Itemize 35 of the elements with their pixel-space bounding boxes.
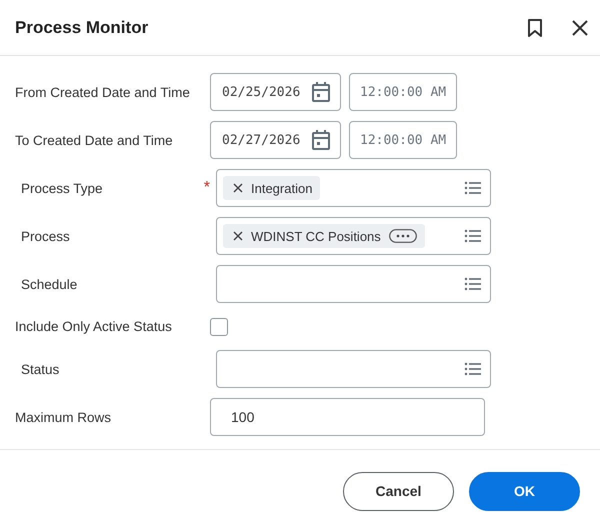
field-label: From Created Date and Time — [15, 84, 190, 100]
dialog-title: Process Monitor — [15, 18, 148, 38]
list-icon[interactable] — [464, 276, 482, 292]
field-label: Process Type — [21, 180, 103, 196]
field-label: Process — [21, 228, 70, 244]
more-icon[interactable] — [388, 229, 417, 243]
remove-icon[interactable] — [233, 183, 243, 193]
required-mark: * — [204, 179, 210, 197]
date-field[interactable]: 02/25/2026 — [210, 73, 341, 111]
field-label: Maximum Rows — [15, 410, 112, 424]
calendar-icon[interactable] — [312, 82, 330, 102]
bookmark-icon[interactable] — [526, 18, 544, 38]
prompt-field[interactable] — [216, 265, 491, 303]
field-label: Status — [21, 362, 60, 376]
prompt-field[interactable]: Integration — [216, 169, 491, 207]
list-icon[interactable] — [464, 228, 482, 244]
calendar-icon[interactable] — [312, 130, 330, 150]
ok-button[interactable]: OK — [469, 472, 580, 510]
field-label: To Created Date and Time — [15, 132, 173, 148]
time-field[interactable]: 12:00:00 AM — [349, 121, 457, 159]
list-icon[interactable] — [464, 180, 482, 196]
date-field[interactable]: 02/27/2026 — [210, 121, 341, 159]
remove-icon[interactable] — [233, 231, 243, 241]
field-label: Include Only Active Status — [15, 319, 172, 334]
time-field[interactable]: 12:00:00 AM — [349, 73, 457, 111]
selected-chip[interactable]: Integration — [223, 176, 320, 200]
checkbox[interactable] — [210, 318, 228, 336]
prompt-field[interactable] — [216, 350, 491, 388]
text-field[interactable]: 100 — [210, 398, 485, 436]
selected-chip[interactable]: WDINST CC Positions — [223, 224, 425, 248]
list-icon[interactable] — [464, 361, 482, 377]
field-label: Schedule — [21, 276, 78, 292]
close-icon[interactable] — [571, 18, 589, 36]
prompt-field[interactable]: WDINST CC Positions — [216, 217, 491, 255]
cancel-button[interactable]: Cancel — [343, 472, 454, 510]
